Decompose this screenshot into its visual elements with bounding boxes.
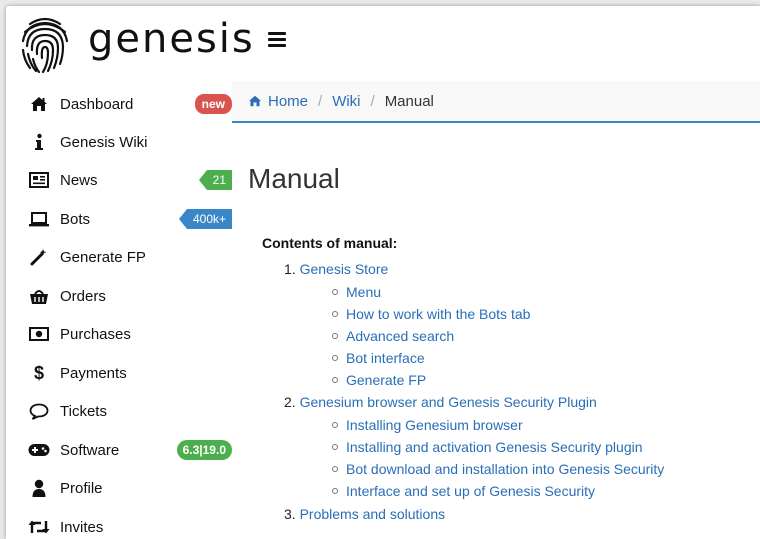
retweet-icon [28,517,50,537]
sidebar-item-tickets[interactable]: Tickets [6,392,232,430]
bullet-icon [332,377,338,384]
laptop-icon [28,209,50,229]
hamburger-line [268,32,286,35]
toc-subitem: Menu [332,284,381,300]
info-icon [28,132,50,152]
software-version-badge: 6.3|19.0 [176,440,232,460]
hamburger-line [268,44,286,47]
toc-link-bot-interface[interactable]: Bot interface [346,350,425,366]
toc-subitem: Installing and activation Genesis Securi… [332,439,643,455]
toc-link-genesis-store[interactable]: Genesis Store [300,261,389,277]
sidebar-item-payments[interactable]: $ Payments [6,354,232,392]
toc-section-1: 1. Genesis Store [284,261,388,277]
gamepad-icon [28,440,50,460]
toc-link-installing-plugin[interactable]: Installing and activation Genesis Securi… [346,439,643,455]
toc-subitem: Interface and set up of Genesis Security [332,483,595,499]
sidebar-item-invites[interactable]: Invites [6,508,232,539]
toc-link-interface-setup[interactable]: Interface and set up of Genesis Security [346,483,595,499]
bullet-icon [332,311,338,318]
sidebar-item-label: Purchases [60,325,131,343]
bullet-icon [332,444,338,451]
toc-link-installing-genesium[interactable]: Installing Genesium browser [346,417,523,433]
toc-link-problems-solutions[interactable]: Problems and solutions [300,506,446,522]
breadcrumb-home-link[interactable]: Home [268,93,308,110]
sidebar-item-label: Generate FP [60,248,146,266]
toc-subitem: Generate FP [332,372,426,388]
breadcrumb-current: Manual [384,92,434,110]
news-count-badge: 21 [198,170,232,190]
toc-link-menu[interactable]: Menu [346,284,381,300]
main-content: Manual Contents of manual: 1. Genesis St… [232,123,760,539]
sidebar-item-bots[interactable]: Bots 400k+ [6,200,232,238]
toc-link-advanced-search[interactable]: Advanced search [346,328,454,344]
toc-subitem: Advanced search [332,328,454,344]
logo-wordmark: genesis [88,16,255,62]
bots-count-badge: 400k+ [178,209,232,229]
app-window: genesis Dashboard new Genesis Wiki News … [6,6,760,539]
toc-subitem: Bot download and installation into Genes… [332,461,664,477]
breadcrumb: Home / Wiki / Manual [232,81,760,123]
toc-subitem: How to work with the Bots tab [332,306,530,322]
sidebar-item-news[interactable]: News 21 [6,161,232,199]
sidebar-item-orders[interactable]: Orders [6,277,232,315]
user-icon [28,478,50,498]
new-badge: new [194,94,232,114]
bullet-icon [332,422,338,429]
toc-link-bot-download[interactable]: Bot download and installation into Genes… [346,461,664,477]
sidebar-item-label: Profile [60,479,103,497]
toc-subitem: Bot interface [332,350,425,366]
newspaper-icon [28,170,50,190]
hamburger-line [268,38,286,41]
sidebar-item-software[interactable]: Software 6.3|19.0 [6,431,232,469]
bullet-icon [332,333,338,340]
sidebar-item-generate-fp[interactable]: Generate FP [6,238,232,276]
sidebar-item-label: Orders [60,287,106,305]
breadcrumb-wiki-link[interactable]: Wiki [332,93,360,110]
menu-toggle-button[interactable] [268,32,286,48]
breadcrumb-separator: / [318,92,323,110]
money-icon [28,324,50,344]
home-icon[interactable] [248,95,262,107]
genesis-logo[interactable]: genesis [16,14,253,76]
sidebar: Dashboard new Genesis Wiki News 21 Bots … [6,81,232,539]
comment-icon [28,401,50,421]
sidebar-item-dashboard[interactable]: Dashboard new [6,85,232,123]
home-icon [28,94,50,114]
toc-subitem: Installing Genesium browser [332,417,523,433]
bullet-icon [332,466,338,473]
bullet-icon [332,289,338,296]
fingerprint-icon [21,17,69,74]
toc-number: 1. [284,261,296,277]
sidebar-item-profile[interactable]: Profile [6,469,232,507]
breadcrumb-separator: / [370,92,375,110]
contents-heading: Contents of manual: [262,235,398,251]
magic-wand-icon [28,247,50,267]
basket-icon [28,286,50,306]
page-title: Manual [248,163,340,194]
toc-section-3: 3. Problems and solutions [284,506,445,522]
sidebar-item-label: Genesis Wiki [60,133,148,151]
sidebar-item-genesis-wiki[interactable]: Genesis Wiki [6,123,232,161]
top-navbar: genesis [6,6,760,81]
sidebar-item-label: Invites [60,518,104,536]
toc-number: 2. [284,394,296,410]
toc-link-bots-tab[interactable]: How to work with the Bots tab [346,306,530,322]
bullet-icon [332,488,338,495]
toc-link-generate-fp[interactable]: Generate FP [346,372,426,388]
dollar-icon: $ [33,362,44,383]
toc-section-2: 2. Genesium browser and Genesis Security… [284,394,597,410]
bullet-icon [332,355,338,362]
sidebar-item-purchases[interactable]: Purchases [6,315,232,353]
sidebar-item-label: Tickets [60,402,107,420]
toc-number: 3. [284,506,296,522]
sidebar-item-label: Payments [60,364,127,382]
toc-link-genesium-browser[interactable]: Genesium browser and Genesis Security Pl… [300,394,597,410]
